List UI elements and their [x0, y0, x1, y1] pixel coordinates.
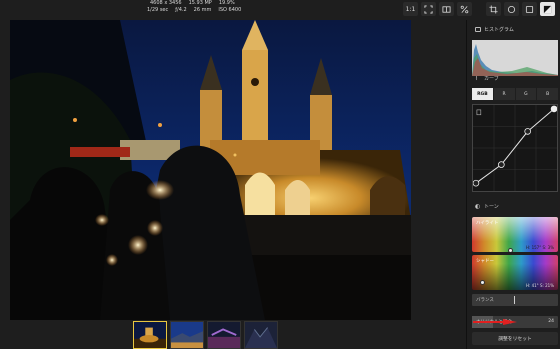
- percent-icon[interactable]: [457, 2, 472, 16]
- histogram: [472, 40, 558, 76]
- zoom-1to1-button[interactable]: 1:1: [403, 2, 418, 16]
- tab-blue[interactable]: B: [537, 88, 558, 100]
- curve-point-3[interactable]: [524, 128, 532, 135]
- image-info: 4608 x 3456 15.93 MP 19.9% 1/29 sec ƒ/4.…: [120, 0, 310, 13]
- shadow-label: シャドー: [476, 259, 494, 264]
- histogram-icon: [475, 26, 481, 32]
- toolbar-buttons: 1:1: [403, 2, 555, 16]
- balance-label: バランス: [476, 298, 494, 303]
- top-bar: 4608 x 3456 15.93 MP 19.9% 1/29 sec ƒ/4.…: [0, 0, 560, 20]
- circle-icon[interactable]: [504, 2, 519, 16]
- red-arrow-annotation: [473, 319, 517, 325]
- highlight-value: H: 157° S: 3%: [525, 245, 554, 250]
- histogram-section-title: ヒストグラム: [467, 24, 514, 34]
- shadow-knob[interactable]: [480, 280, 485, 285]
- shutter-speed: 1/29 sec: [147, 6, 169, 13]
- thumbnail-1[interactable]: [133, 321, 167, 349]
- curve-point-4[interactable]: [550, 105, 557, 113]
- rectangle-icon[interactable]: [522, 2, 537, 16]
- thumbnail-2[interactable]: [170, 321, 204, 349]
- curve-point-2[interactable]: [498, 161, 505, 168]
- fit-icon[interactable]: [421, 2, 436, 16]
- tab-green[interactable]: G: [515, 88, 537, 100]
- thumbnail-4[interactable]: [244, 321, 278, 349]
- tone-icon: ◐: [475, 202, 481, 210]
- tab-red[interactable]: R: [493, 88, 515, 100]
- tab-rgb[interactable]: RGB: [472, 88, 493, 100]
- reset-adjustments-button[interactable]: 調整をリセット: [472, 332, 558, 345]
- main-photo[interactable]: [10, 20, 411, 320]
- blend-value: 24: [548, 319, 554, 324]
- iso: ISO 6400: [218, 6, 242, 13]
- thumbnail-strip: [133, 321, 278, 349]
- curve-channel-tabs: RGB R G B: [472, 88, 558, 100]
- highlight-knob[interactable]: [508, 248, 513, 252]
- adjust-icon[interactable]: [540, 2, 555, 16]
- shadow-color-picker[interactable]: シャドー H: 41° S: 21%: [472, 255, 558, 290]
- split-icon[interactable]: [439, 2, 454, 16]
- shadow-value: H: 41° S: 21%: [525, 283, 554, 288]
- curve-point-1[interactable]: [473, 179, 480, 187]
- curve-editor[interactable]: [472, 104, 558, 192]
- thumbnail-3[interactable]: [207, 321, 241, 349]
- focal-length: 26 mm: [193, 6, 212, 13]
- highlight-label: ハイライト: [476, 221, 499, 226]
- balance-handle[interactable]: [514, 296, 515, 304]
- balance-slider[interactable]: バランス: [472, 294, 558, 306]
- curve-icon: ⌇: [475, 74, 478, 82]
- aperture: ƒ/4.2: [175, 6, 187, 13]
- highlight-color-picker[interactable]: ハイライト H: 157° S: 3%: [472, 217, 558, 252]
- tone-section-title: ◐ トーン: [475, 202, 499, 210]
- crop-icon[interactable]: [486, 2, 501, 16]
